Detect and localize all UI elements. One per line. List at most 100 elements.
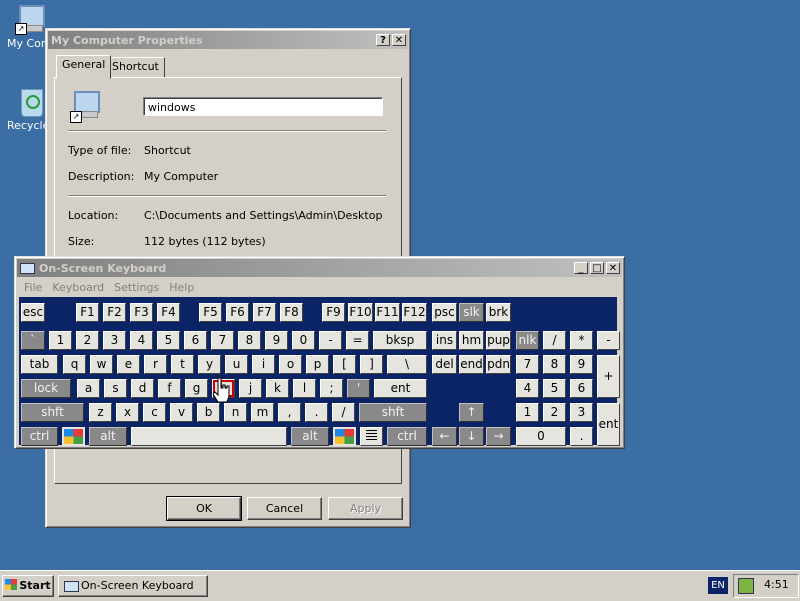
key-arrow-right[interactable]: → [486,427,511,446]
key-psc[interactable]: psc [432,303,457,322]
key-j[interactable]: j [239,379,262,398]
key-f4[interactable]: F4 [157,303,180,322]
key-numpad-divide[interactable]: / [543,331,566,350]
key-a[interactable]: a [77,379,100,398]
key-8[interactable]: 8 [238,331,261,350]
windows-logo-icon[interactable] [333,427,356,446]
key-arrow-down[interactable]: ↓ [459,427,484,446]
key-backslash[interactable]: \ [387,355,427,374]
key-2[interactable]: 2 [76,331,99,350]
minimize-button[interactable]: _ [574,262,588,274]
key-f1[interactable]: F1 [76,303,99,322]
key-u[interactable]: u [225,355,248,374]
key-numpad-4[interactable]: 4 [516,379,539,398]
key-f8[interactable]: F8 [280,303,303,322]
key-7[interactable]: 7 [211,331,234,350]
key-o[interactable]: o [279,355,302,374]
key-d[interactable]: d [131,379,154,398]
close-button[interactable]: ✕ [392,34,406,46]
key-brk[interactable]: brk [486,303,511,322]
tab-shortcut[interactable]: Shortcut [106,57,165,78]
menu-keyboard[interactable]: Keyboard [47,279,109,296]
key-numpad-3[interactable]: 3 [570,403,593,422]
properties-titlebar[interactable]: My Computer Properties ? ✕ [48,31,408,49]
maximize-button[interactable]: □ [590,262,604,274]
key-6[interactable]: 6 [184,331,207,350]
key-s[interactable]: s [104,379,127,398]
menu-settings[interactable]: Settings [109,279,164,296]
taskbar-item-osk[interactable]: On-Screen Keyboard [58,575,208,597]
key-ctrl-right[interactable]: ctrl [387,427,427,446]
key-left-bracket[interactable]: [ [333,355,356,374]
key-enter[interactable]: ent [374,379,427,398]
key-t[interactable]: t [171,355,194,374]
key-alt-left[interactable]: alt [89,427,127,446]
key-k[interactable]: k [266,379,289,398]
key-n[interactable]: n [224,403,247,422]
key-9[interactable]: 9 [265,331,288,350]
key-numpad-8[interactable]: 8 [543,355,566,374]
tab-general[interactable]: General [56,55,112,79]
key-q[interactable]: q [63,355,86,374]
key-alt-right[interactable]: alt [291,427,329,446]
windows-logo-icon[interactable] [62,427,85,446]
key-pagedown[interactable]: pdn [486,355,511,374]
key-slk[interactable]: slk [459,303,484,322]
help-button[interactable]: ? [376,34,390,46]
key-f11[interactable]: F11 [375,303,400,322]
key-numpad-1[interactable]: 1 [516,403,539,422]
key-slash[interactable]: / [332,403,355,422]
key-f2[interactable]: F2 [103,303,126,322]
network-icon[interactable] [738,578,754,594]
key-insert[interactable]: ins [432,331,457,350]
key-numpad-multiply[interactable]: * [570,331,593,350]
key-3[interactable]: 3 [103,331,126,350]
key-numpad-decimal[interactable]: . [570,427,593,446]
key-numpad-2[interactable]: 2 [543,403,566,422]
clock[interactable]: 4:51 [764,578,789,591]
key-c[interactable]: c [143,403,166,422]
key-backspace[interactable]: bksp [373,331,427,350]
close-button[interactable]: ✕ [606,262,620,274]
key-semicolon[interactable]: ; [320,379,343,398]
key-backtick[interactable]: ` [21,331,45,350]
key-comma[interactable]: , [278,403,301,422]
key-arrow-up[interactable]: ↑ [459,403,484,422]
key-numpad-5[interactable]: 5 [543,379,566,398]
key-right-bracket[interactable]: ] [360,355,383,374]
key-4[interactable]: 4 [130,331,153,350]
menu-key-icon[interactable] [360,427,383,446]
key-f6[interactable]: F6 [226,303,249,322]
key-space[interactable] [131,427,287,446]
key-1[interactable]: 1 [49,331,72,350]
key-numpad-7[interactable]: 7 [516,355,539,374]
key-f3[interactable]: F3 [130,303,153,322]
menu-help[interactable]: Help [164,279,199,296]
key-ctrl-left[interactable]: ctrl [21,427,58,446]
key-v[interactable]: v [170,403,193,422]
key-i[interactable]: i [252,355,275,374]
language-indicator[interactable]: EN [708,577,728,594]
key-tab[interactable]: tab [21,355,58,374]
key-0[interactable]: 0 [292,331,315,350]
start-button[interactable]: Start [2,575,54,597]
key-f[interactable]: f [158,379,181,398]
key-z[interactable]: z [89,403,112,422]
key-numpad-add[interactable]: + [597,355,620,398]
key-g[interactable]: g [185,379,208,398]
key-esc[interactable]: esc [21,303,45,322]
key-numlock[interactable]: nlk [516,331,539,350]
key-delete[interactable]: del [432,355,457,374]
key-numpad-enter[interactable]: ent [597,403,620,446]
key-numpad-9[interactable]: 9 [570,355,593,374]
key-equals[interactable]: = [346,331,369,350]
key-capslock[interactable]: lock [21,379,71,398]
key-l[interactable]: l [293,379,316,398]
key-numpad-6[interactable]: 6 [570,379,593,398]
key-shift-left[interactable]: shft [21,403,84,422]
key-m[interactable]: m [251,403,274,422]
cancel-button[interactable]: Cancel [247,497,322,520]
key-f9[interactable]: F9 [322,303,345,322]
osk-titlebar[interactable]: On-Screen Keyboard _ □ ✕ [17,259,622,277]
key-f12[interactable]: F12 [402,303,427,322]
